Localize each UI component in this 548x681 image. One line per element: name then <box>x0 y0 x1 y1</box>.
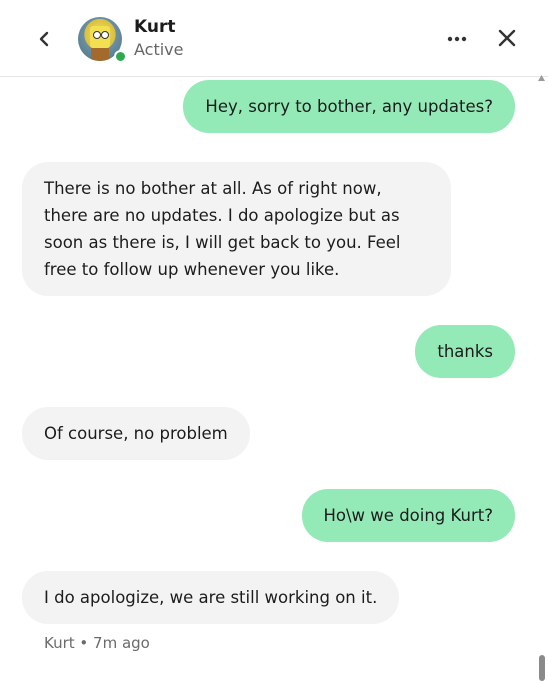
scroll-up-arrow-icon[interactable] <box>537 74 546 83</box>
message-bubble-incoming: There is no bother at all. As of right n… <box>22 162 451 296</box>
message-bubble-outgoing: Ho\w we doing Kurt? <box>301 489 515 542</box>
message-bubble-incoming: I do apologize, we are still working on … <box>22 571 400 624</box>
online-status-dot <box>114 50 127 63</box>
contact-status: Active <box>134 40 184 59</box>
close-icon[interactable] <box>493 24 521 52</box>
chevron-left-icon[interactable] <box>30 24 60 54</box>
message-bubble-incoming: Of course, no problem <box>22 407 250 460</box>
message-bubble-outgoing: Hey, sorry to bother, any updates? <box>183 80 515 133</box>
message-meta: Kurt • 7m ago <box>44 634 150 652</box>
chat-header: Kurt Active <box>0 0 548 77</box>
contact-name: Kurt <box>134 17 176 37</box>
message-bubble-outgoing: thanks <box>415 325 515 378</box>
scrollbar-thumb[interactable] <box>539 655 545 681</box>
more-dots-icon[interactable] <box>442 24 472 54</box>
